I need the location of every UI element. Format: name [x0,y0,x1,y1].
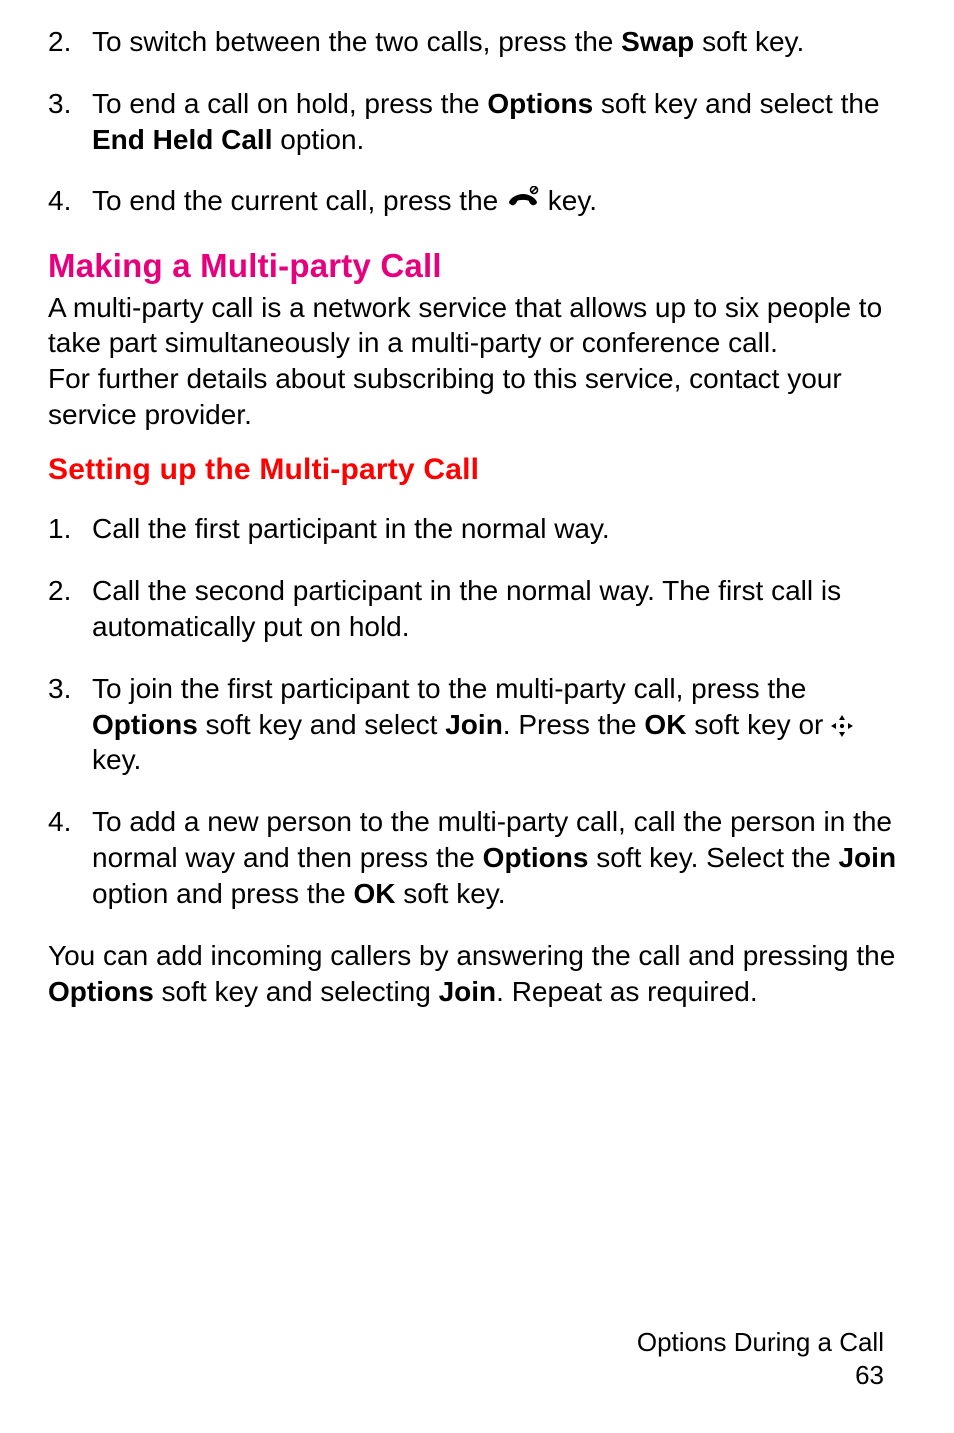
text: . Press the [503,709,645,740]
text: To join the first participant to the mul… [92,673,806,704]
text: soft key and selecting [154,976,439,1007]
page-number: 63 [637,1359,884,1392]
text: soft key and select [198,709,445,740]
section-heading: Making a Multi-party Call [48,245,906,287]
list-item: 2. To switch between the two calls, pres… [48,24,906,60]
closing-paragraph: You can add incoming callers by answerin… [48,938,906,1010]
text: soft key or [686,709,831,740]
navigation-icon [831,710,853,732]
text: To end the current call, press the [92,185,506,216]
item-body: To add a new person to the multi-party c… [92,804,906,911]
text: key. [92,744,141,775]
item-body: To join the first participant to the mul… [92,671,906,778]
list-item: 4. To end the current call, press the ke… [48,183,906,219]
text: soft key. Select the [588,842,838,873]
bold-text: Options [487,88,593,119]
text: To end a call on hold, press the [92,88,487,119]
paragraph: For further details about subscribing to… [48,361,906,433]
bold-text: Join [439,976,497,1007]
text: soft key and select the [593,88,879,119]
text: key. [540,185,597,216]
end-call-icon [506,186,540,214]
item-number: 4. [48,183,92,219]
text: soft key. [396,878,506,909]
item-number: 1. [48,511,92,547]
item-body: Call the first participant in the normal… [92,511,906,547]
item-number: 2. [48,24,92,60]
list-item: 4. To add a new person to the multi-part… [48,804,906,911]
item-body: To end the current call, press the key. [92,183,906,219]
bold-text: OK [354,878,396,909]
text: option and press the [92,878,354,909]
item-number: 4. [48,804,92,911]
item-number: 3. [48,671,92,778]
item-body: Call the second participant in the norma… [92,573,906,645]
bold-text: Options [483,842,589,873]
item-body: To switch between the two calls, press t… [92,24,906,60]
text: soft key. [694,26,804,57]
bold-text: OK [644,709,686,740]
text: Call the second participant in the norma… [92,575,841,642]
text: Call the first participant in the normal… [92,513,610,544]
text: You can add incoming callers by answerin… [48,940,895,971]
page-footer: Options During a Call 63 [637,1326,884,1391]
instruction-list-bottom: 1. Call the first participant in the nor… [48,511,906,911]
text: . Repeat as required. [496,976,758,1007]
list-item: 3. To end a call on hold, press the Opti… [48,86,906,158]
list-item: 1. Call the first participant in the nor… [48,511,906,547]
instruction-list-top: 2. To switch between the two calls, pres… [48,24,906,219]
footer-title: Options During a Call [637,1326,884,1359]
bold-text: Options [92,709,198,740]
bold-text: Options [48,976,154,1007]
text: option. [272,124,364,155]
bold-text: Join [838,842,896,873]
item-number: 2. [48,573,92,645]
bold-text: Join [445,709,503,740]
item-body: To end a call on hold, press the Options… [92,86,906,158]
item-number: 3. [48,86,92,158]
text: To switch between the two calls, press t… [92,26,621,57]
bold-text: Swap [621,26,694,57]
list-item: 3. To join the first participant to the … [48,671,906,778]
bold-text: End Held Call [92,124,272,155]
sub-heading: Setting up the Multi-party Call [48,451,906,489]
list-item: 2. Call the second participant in the no… [48,573,906,645]
paragraph: A multi-party call is a network service … [48,290,906,362]
